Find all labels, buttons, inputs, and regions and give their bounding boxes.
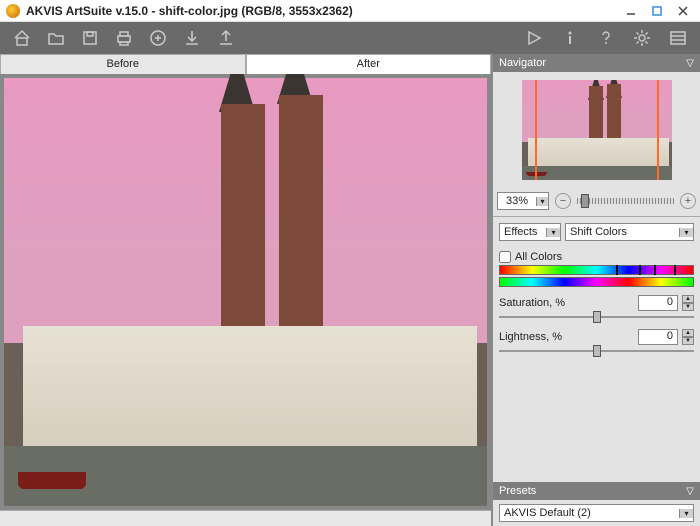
effect-dropdown-label: Shift Colors [566, 226, 679, 238]
share-icon[interactable] [146, 26, 170, 50]
help-icon[interactable] [594, 26, 618, 50]
category-dropdown[interactable]: Effects ▾ [499, 223, 561, 241]
preset-dropdown-label: AKVIS Default (2) [500, 507, 679, 519]
lightness-value[interactable]: 0 [638, 329, 678, 345]
minimize-button[interactable] [620, 3, 642, 19]
saturation-label: Saturation, % [499, 297, 579, 309]
navigator-collapse-icon[interactable]: ▽ [686, 58, 694, 69]
import-preset-icon[interactable] [180, 26, 204, 50]
saturation-value[interactable]: 0 [638, 295, 678, 311]
home-icon[interactable] [10, 26, 34, 50]
image-preview [4, 78, 487, 506]
lightness-slider[interactable] [499, 347, 694, 355]
hue-target-bar[interactable] [499, 277, 694, 287]
settings-icon[interactable] [630, 26, 654, 50]
window-title: AKVIS ArtSuite v.15.0 - shift-color.jpg … [26, 4, 353, 18]
chevron-down-icon[interactable]: ▾ [679, 228, 693, 237]
all-colors-label: All Colors [515, 251, 562, 263]
run-icon[interactable] [522, 26, 546, 50]
close-button[interactable] [672, 3, 694, 19]
app-logo [6, 4, 20, 18]
hue-source-bar[interactable] [499, 265, 694, 275]
panels-icon[interactable] [666, 26, 690, 50]
zoom-value-box[interactable]: 33% ▾ [497, 192, 549, 210]
chevron-down-icon[interactable]: ▾ [679, 509, 693, 518]
tab-after[interactable]: After [246, 54, 492, 74]
zoom-out-icon[interactable]: − [555, 193, 571, 209]
navigator-title: Navigator [499, 57, 546, 69]
zoom-value: 33% [498, 195, 536, 207]
saturation-slider[interactable] [499, 313, 694, 321]
presets-title: Presets [499, 485, 536, 497]
print-icon[interactable] [112, 26, 136, 50]
save-icon[interactable] [78, 26, 102, 50]
effect-dropdown[interactable]: Shift Colors ▾ [565, 223, 694, 241]
navigator-thumbnail[interactable] [522, 80, 672, 180]
lightness-label: Lightness, % [499, 331, 579, 343]
preset-dropdown[interactable]: AKVIS Default (2) ▾ [499, 504, 694, 522]
horizontal-scrollbar[interactable] [0, 510, 491, 526]
zoom-in-icon[interactable]: + [680, 193, 696, 209]
all-colors-checkbox[interactable] [499, 251, 511, 263]
image-canvas[interactable] [0, 74, 491, 510]
zoom-slider[interactable] [577, 196, 674, 206]
zoom-dropdown-icon[interactable]: ▾ [536, 197, 548, 206]
maximize-button[interactable] [646, 3, 668, 19]
info-icon[interactable] [558, 26, 582, 50]
chevron-down-icon[interactable]: ▾ [546, 228, 560, 237]
presets-collapse-icon[interactable]: ▽ [686, 486, 694, 497]
category-dropdown-label: Effects [500, 226, 546, 238]
tab-before[interactable]: Before [0, 54, 246, 74]
open-icon[interactable] [44, 26, 68, 50]
lightness-stepper[interactable]: ▲▼ [682, 329, 694, 345]
saturation-stepper[interactable]: ▲▼ [682, 295, 694, 311]
export-preset-icon[interactable] [214, 26, 238, 50]
